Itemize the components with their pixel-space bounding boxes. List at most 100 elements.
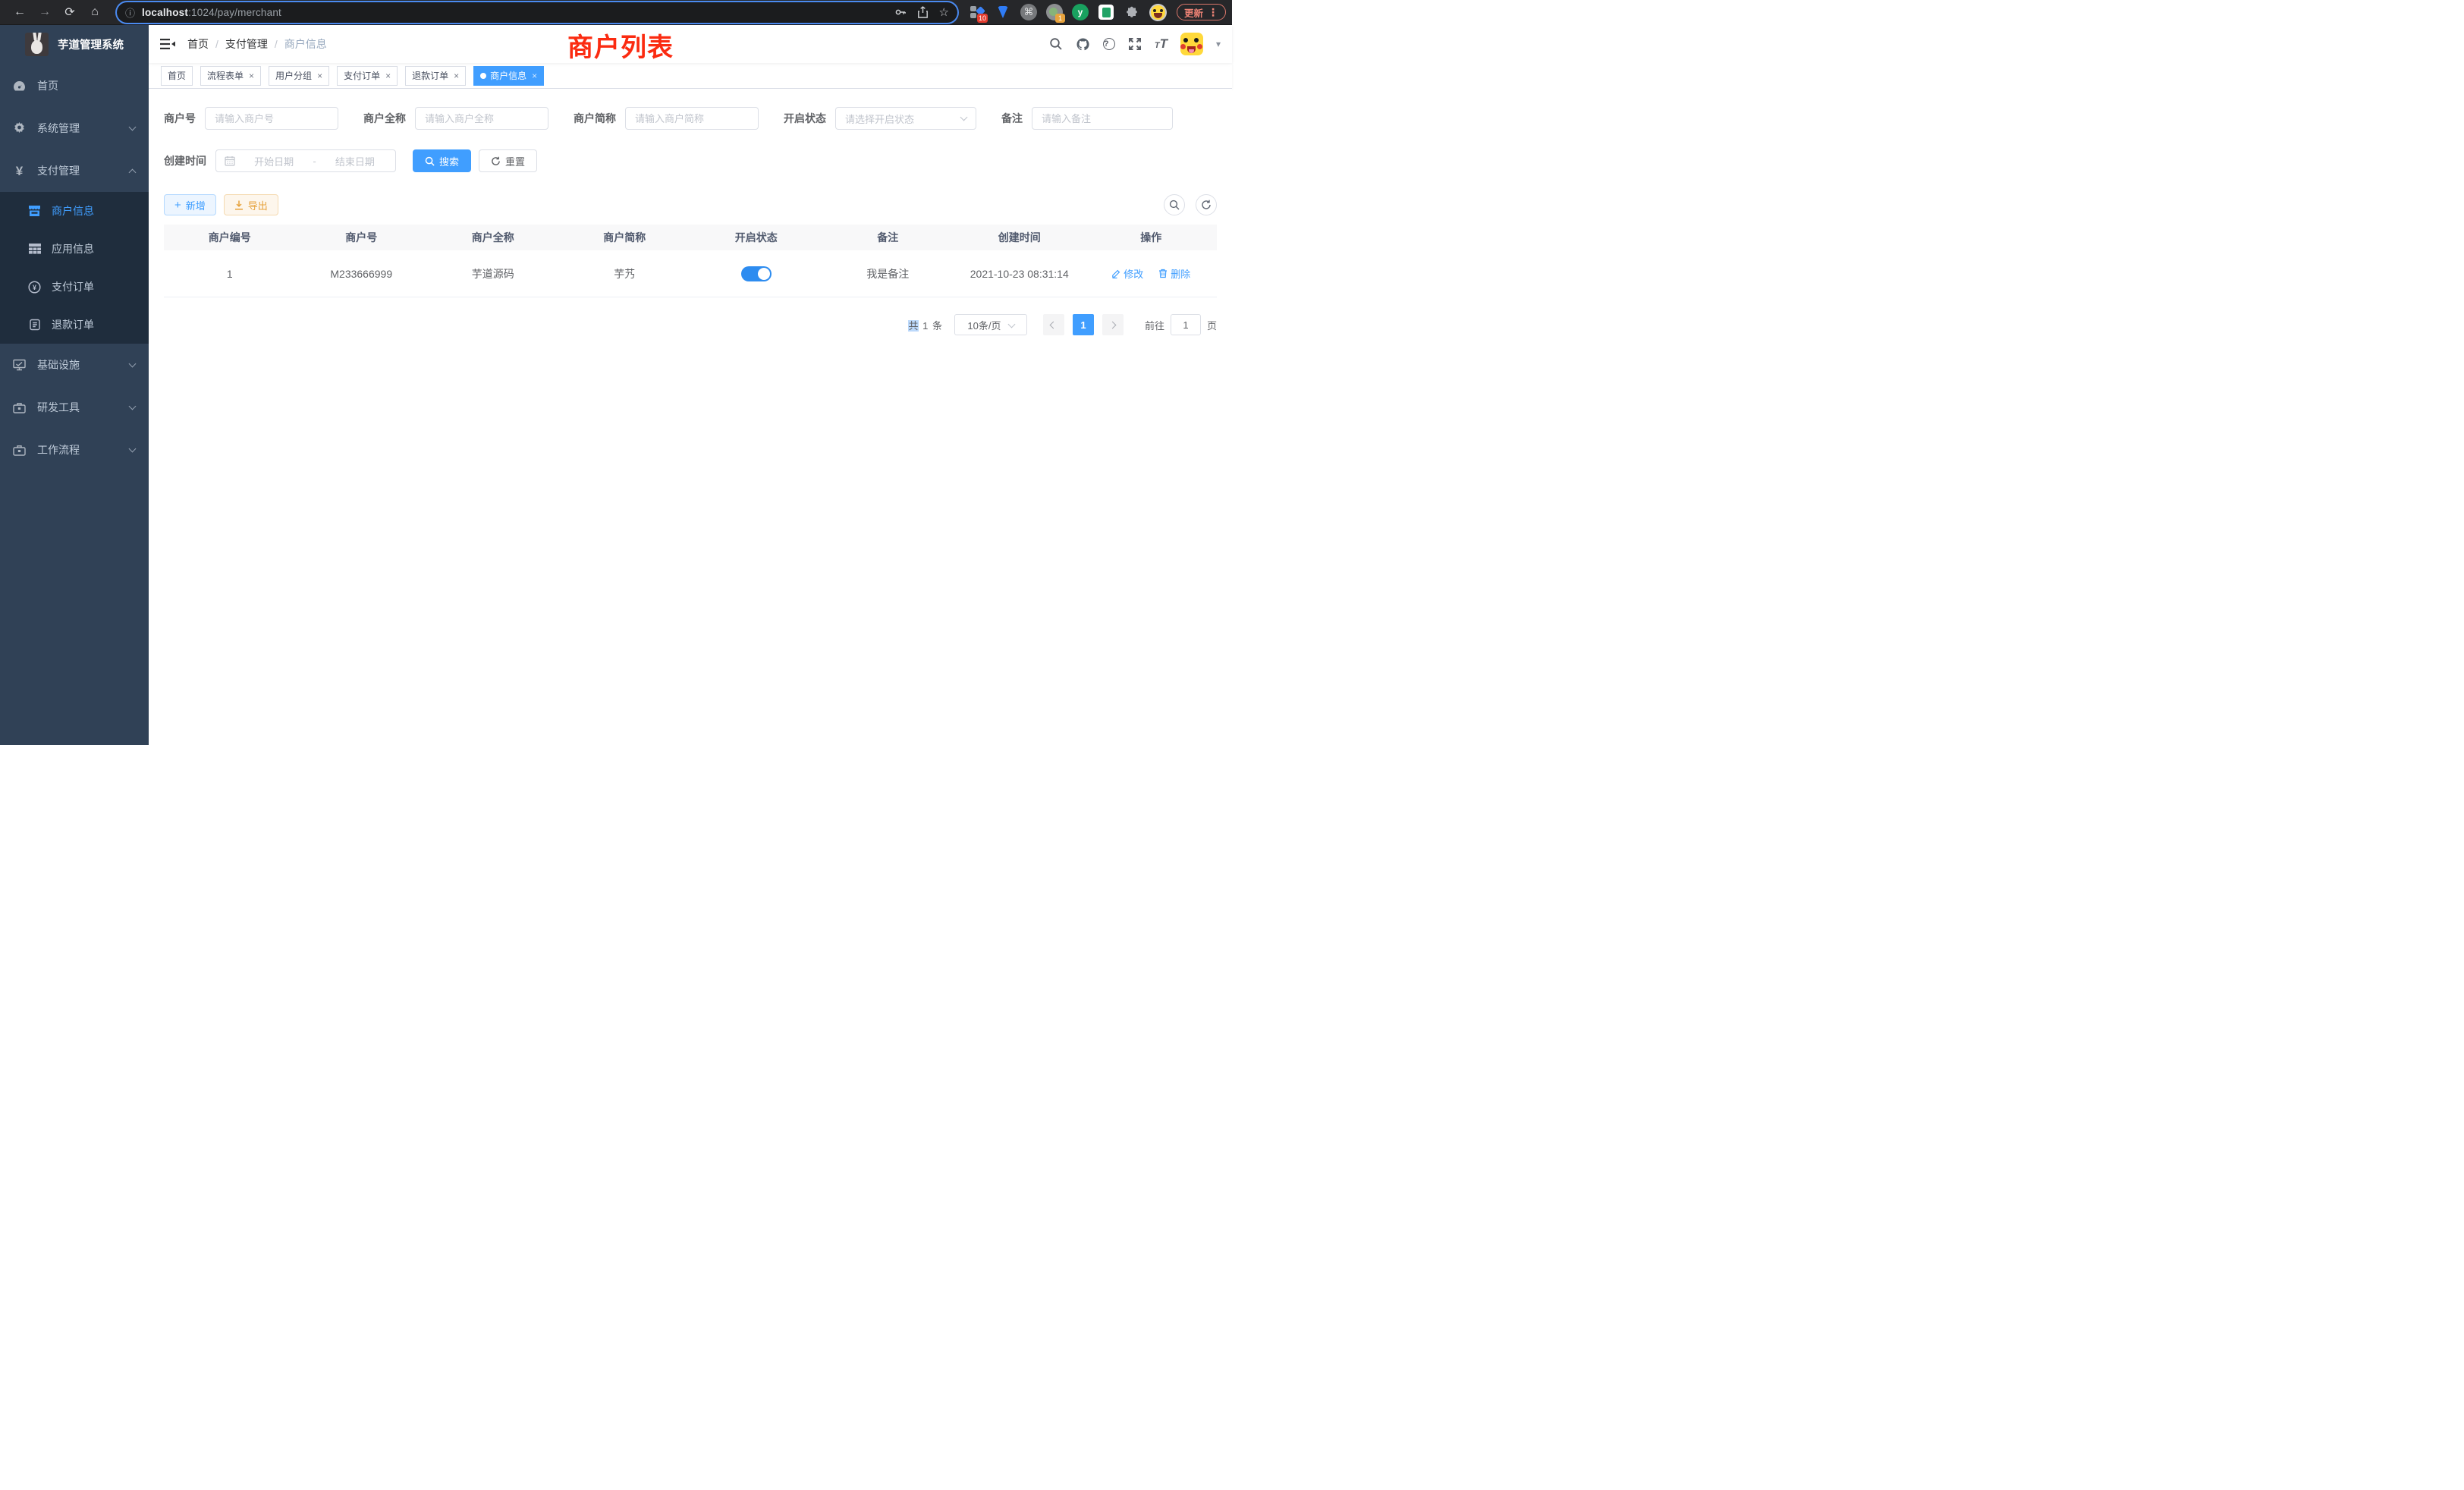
status-toggle[interactable] (741, 266, 772, 281)
extension-pin-icon[interactable] (995, 4, 1011, 20)
gear-icon (13, 122, 26, 135)
avatar-caret-icon[interactable] (1216, 37, 1221, 51)
browser-update-button[interactable]: 更新 (1177, 4, 1226, 20)
extension-doc-icon[interactable] (1098, 4, 1114, 20)
tab-label: 商户信息 (490, 69, 526, 82)
reload-icon[interactable] (63, 5, 77, 20)
close-icon[interactable] (249, 71, 254, 81)
tab-home[interactable]: 首页 (161, 66, 193, 86)
close-icon[interactable] (317, 71, 322, 81)
search-button[interactable]: 搜索 (413, 149, 471, 172)
tags-view: 首页 流程表单 用户分组 支付订单 退款订单 商户信息 (149, 63, 1232, 89)
page-content: 商户号 商户全称 商户简称 开启状态 请选择开启状态 (149, 89, 1232, 745)
chevron-right-icon (1109, 321, 1117, 328)
fullscreen-icon[interactable] (1128, 37, 1142, 51)
font-size-icon[interactable] (1155, 36, 1168, 52)
table-header-row: 商户编号 商户号 商户全称 商户简称 开启状态 备注 创建时间 操作 (164, 225, 1217, 250)
bookmark-star-icon[interactable] (939, 5, 949, 19)
merchant-no-input[interactable] (205, 107, 338, 130)
password-key-icon[interactable] (894, 6, 907, 18)
tab-refund-order[interactable]: 退款订单 (405, 66, 466, 86)
full-name-input[interactable] (415, 107, 548, 130)
address-bar[interactable]: localhost:1024/pay/merchant (117, 2, 957, 23)
remark-input[interactable] (1032, 107, 1173, 130)
add-button[interactable]: 新增 (164, 194, 216, 215)
share-icon[interactable] (917, 6, 929, 18)
export-button-label: 导出 (248, 198, 268, 212)
chevron-up-icon (129, 168, 137, 176)
total-suffix: 条 (932, 320, 943, 332)
browser-toolbar: localhost:1024/pay/merchant 10 1 y 更新 (0, 0, 1232, 25)
total-count: 1 (922, 320, 929, 332)
forward-icon[interactable] (38, 5, 52, 19)
refresh-button[interactable] (1196, 194, 1217, 215)
logo-avatar (25, 33, 49, 56)
sidebar-item-workflow[interactable]: 工作流程 (0, 429, 149, 471)
sidebar-item-refund-order[interactable]: 退款订单 (0, 306, 149, 344)
github-icon[interactable] (1076, 37, 1090, 52)
sidebar-item-home[interactable]: 首页 (0, 64, 149, 107)
home-icon[interactable] (88, 5, 102, 19)
extensions-puzzle-icon[interactable] (1124, 4, 1140, 20)
app-title: 芋道管理系统 (58, 36, 124, 52)
search-icon[interactable] (1049, 37, 1063, 51)
edit-link[interactable]: 修改 (1111, 266, 1143, 281)
tab-pay-order[interactable]: 支付订单 (337, 66, 398, 86)
sidebar-logo[interactable]: 芋道管理系统 (0, 25, 149, 63)
table-toolbar: 新增 导出 (164, 194, 1217, 215)
breadcrumb-section[interactable]: 支付管理 (225, 36, 268, 52)
goto-page-input[interactable] (1171, 314, 1201, 335)
breadcrumb-home[interactable]: 首页 (187, 36, 209, 52)
breadcrumb: 首页 支付管理 商户信息 (187, 36, 327, 52)
tab-flow-form[interactable]: 流程表单 (200, 66, 261, 86)
toolbox-icon (13, 402, 26, 413)
browser-menu-icon[interactable] (1208, 6, 1218, 19)
app-window: 芋道管理系统 首页 系统管理 ¥ 支付管理 (0, 25, 1232, 745)
hamburger-icon[interactable] (160, 38, 175, 50)
next-page-button[interactable] (1102, 314, 1124, 335)
sidebar-item-pay-order[interactable]: ¥ 支付订单 (0, 268, 149, 306)
app-navbar: 首页 支付管理 商户信息 商户列表 ? (149, 25, 1232, 63)
short-name-input[interactable] (625, 107, 759, 130)
chevron-down-icon (129, 403, 137, 410)
sidebar-item-system[interactable]: 系统管理 (0, 107, 149, 149)
extension-y-icon[interactable]: y (1072, 4, 1089, 20)
delete-link[interactable]: 删除 (1158, 266, 1190, 281)
show-search-button[interactable] (1164, 194, 1185, 215)
tab-merchant-info[interactable]: 商户信息 (473, 66, 544, 86)
site-info-icon[interactable] (125, 5, 135, 20)
sidebar-item-label: 首页 (37, 78, 135, 93)
tab-label: 首页 (168, 69, 186, 82)
close-icon[interactable] (385, 71, 391, 81)
status-select[interactable]: 请选择开启状态 (835, 107, 976, 130)
extension-command-icon[interactable] (1020, 4, 1037, 20)
user-avatar[interactable] (1180, 33, 1203, 55)
sidebar-item-infra[interactable]: 基础设施 (0, 344, 149, 386)
add-button-label: 新增 (186, 198, 206, 212)
url-path: :1024/pay/merchant (188, 7, 281, 18)
close-icon[interactable] (454, 71, 459, 81)
edit-label: 修改 (1124, 266, 1143, 281)
url-text: localhost:1024/pay/merchant (142, 7, 884, 18)
breadcrumb-separator (215, 38, 218, 50)
profile-avatar-icon[interactable] (1149, 4, 1166, 20)
page-number-1[interactable]: 1 (1073, 314, 1094, 335)
back-icon[interactable] (13, 5, 27, 19)
annotation-merchant-list: 商户列表 (567, 27, 674, 64)
close-icon[interactable] (532, 71, 537, 81)
reset-button[interactable]: 重置 (479, 149, 537, 172)
extension-avatar-icon[interactable]: 1 (1046, 4, 1063, 20)
field-label: 商户全称 (363, 111, 406, 126)
export-button[interactable]: 导出 (224, 194, 278, 215)
date-range-picker[interactable]: 开始日期 - 结束日期 (215, 149, 396, 172)
sidebar-item-merchant-info[interactable]: 商户信息 (0, 192, 149, 230)
sidebar-item-app-info[interactable]: 应用信息 (0, 230, 149, 268)
sidebar-item-payment[interactable]: ¥ 支付管理 (0, 149, 149, 192)
cell-actions: 修改 删除 (1086, 266, 1218, 281)
sidebar-item-dev-tools[interactable]: 研发工具 (0, 386, 149, 429)
tab-user-group[interactable]: 用户分组 (269, 66, 329, 86)
extension-tabs-icon[interactable]: 10 (969, 4, 985, 20)
help-icon[interactable]: ? (1103, 38, 1115, 50)
prev-page-button[interactable] (1043, 314, 1064, 335)
page-size-select[interactable]: 10条/页 (954, 314, 1027, 335)
